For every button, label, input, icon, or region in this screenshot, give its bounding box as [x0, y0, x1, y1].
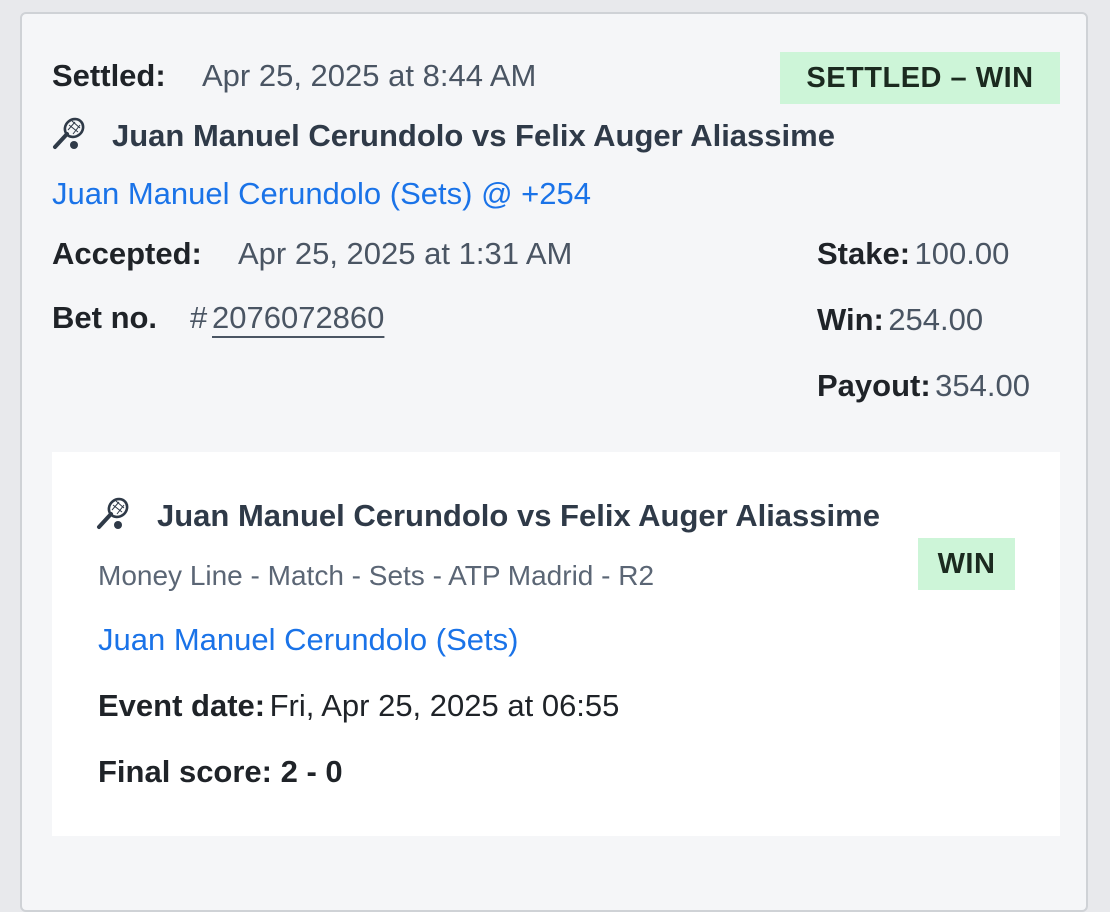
payout-label: Payout: [817, 368, 931, 403]
stake-label: Stake: [817, 236, 911, 271]
win-label: Win: [817, 302, 884, 337]
betno-link[interactable]: 2076072860 [212, 300, 384, 336]
settled-label: Settled: [52, 58, 166, 93]
bet-leg-panel: Juan Manuel Cerundolo vs Felix Auger Ali… [52, 452, 1060, 836]
event-date-value: Fri, Apr 25, 2025 at 06:55 [269, 688, 620, 723]
win-row: Win: 254.00 [817, 302, 983, 338]
stake-row: Stake: 100.00 [817, 236, 1009, 272]
tennis-racket-icon [52, 116, 88, 152]
win-value: 254.00 [888, 302, 984, 337]
event-date-label: Event date: [98, 688, 266, 723]
final-score: Final score: 2 - 0 [98, 754, 343, 789]
settled-value: Apr 25, 2025 at 8:44 AM [202, 58, 537, 93]
selection-name[interactable]: Juan Manuel Cerundolo (Sets) [52, 176, 472, 211]
betno-label: Bet no. [52, 300, 158, 335]
event-title: Juan Manuel Cerundolo vs Felix Auger Ali… [112, 118, 835, 153]
event-date-row: Event date: Fri, Apr 25, 2025 at 06:55 [98, 688, 619, 724]
stake-value: 100.00 [914, 236, 1010, 271]
accepted-label: Accepted: [52, 236, 202, 271]
tennis-racket-icon [96, 496, 132, 532]
accepted-value: Apr 25, 2025 at 1:31 AM [238, 236, 573, 271]
bet-card: Settled: Apr 25, 2025 at 8:44 AM SETTLED… [20, 12, 1088, 912]
bet-selection-link[interactable]: Juan Manuel Cerundolo (Sets) @ +254 [52, 176, 591, 212]
result-badge: WIN [918, 538, 1015, 590]
leg-selection-link[interactable]: Juan Manuel Cerundolo (Sets) [98, 622, 518, 658]
leg-event-title: Juan Manuel Cerundolo vs Felix Auger Ali… [157, 498, 880, 533]
status-badge: SETTLED – WIN [780, 52, 1060, 104]
betno-hash: # [190, 300, 208, 335]
odds-value: @ +254 [481, 176, 591, 211]
payout-value: 354.00 [935, 368, 1030, 403]
payout-row: Payout: 354.00 [817, 368, 1030, 404]
leg-market: Money Line - Match - Sets - ATP Madrid -… [98, 560, 655, 591]
